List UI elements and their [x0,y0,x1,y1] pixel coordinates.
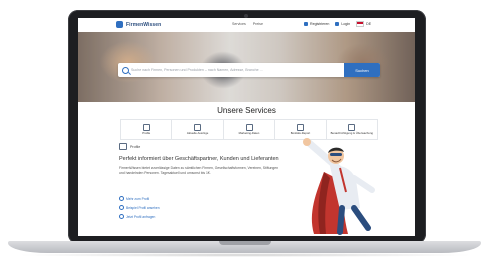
language-label: DE [366,22,372,26]
arrow-circle-icon [119,205,124,210]
laptop-shadow [14,253,475,257]
document-icon [194,124,202,131]
service-marketing[interactable]: Marketing-Daten [224,120,276,139]
logo-icon [116,21,123,28]
login-label: Login [341,22,351,26]
service-label: Benachrichtigung & Überwachung [330,131,373,135]
profile-icon [142,124,150,131]
language-select[interactable]: DE [356,21,371,27]
service-label: Profile [142,131,151,135]
service-profile[interactable]: Profile [121,120,173,139]
arrow-circle-icon [119,196,124,201]
profile-links: Mehr zum Profil Beispiel Profil ansehen … [119,196,160,219]
report-icon [296,124,304,131]
link-label: Jetzt Profil anfragen [126,214,156,219]
register-button[interactable]: Registrieren [304,22,329,26]
search-bar: Suche n [118,63,380,77]
logo-text: FirmenWissen [126,21,162,28]
profile-headline: Perfekt informiert über Geschäftspartner… [119,156,279,162]
nav-link-services[interactable]: Services [232,22,246,26]
bell-icon [348,124,356,131]
link-label: Mehr zum Profil [126,196,150,201]
services-title: Unsere Services [217,106,276,115]
search-input[interactable] [131,66,338,74]
chart-icon [245,124,253,131]
link-label: Beispiel Profil ansehen [126,205,160,210]
profile-tab[interactable]: Profile [119,143,140,150]
site-header: FirmenWissen Services Preise Registriere… [78,18,415,33]
service-label: Marketing-Daten [238,131,260,135]
hero-banner: Suche n [78,32,415,102]
search-button[interactable]: Suchen [344,63,380,77]
website-screen: FirmenWissen Services Preise Registriere… [78,18,415,236]
main-nav: Services Preise [232,22,263,26]
header-actions: Registrieren Login DE [304,21,371,27]
service-label: Bonitäts-Report [290,131,311,135]
link-more-profile[interactable]: Mehr zum Profil [119,196,160,201]
login-button[interactable]: Login [335,22,350,26]
nav-link-prices[interactable]: Preise [253,22,263,26]
site-logo[interactable]: FirmenWissen [116,21,161,28]
user-plus-icon [304,22,308,26]
search-icon [122,66,129,74]
register-label: Registrieren [310,22,330,26]
superhero-illustration [303,138,375,235]
lock-icon [335,22,340,26]
link-request-profile[interactable]: Jetzt Profil anfragen [119,214,160,219]
flag-icon [356,21,365,27]
service-extracts[interactable]: Aktuelle Auszüge [172,120,224,139]
laptop-notch [219,241,271,245]
services-strip: Profile Aktuelle Auszüge Marketing-Daten… [120,119,378,140]
profile-description: FirmenWissen bietet zuverlässige Daten z… [119,166,279,175]
service-credit-report[interactable]: Bonitäts-Report [275,120,327,139]
arrow-circle-icon [119,214,124,219]
link-example-profile[interactable]: Beispiel Profil ansehen [119,205,160,210]
profile-icon [119,143,127,150]
service-monitoring[interactable]: Benachrichtigung & Überwachung [327,120,377,139]
profile-tab-label: Profile [130,144,141,149]
service-label: Aktuelle Auszüge [186,131,209,135]
